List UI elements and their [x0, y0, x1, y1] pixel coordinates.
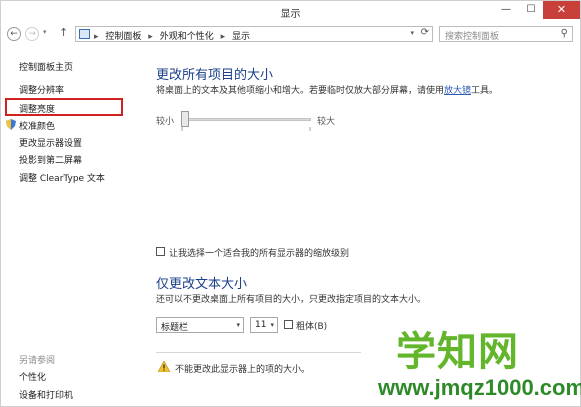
size-slider-thumb[interactable]	[181, 111, 189, 127]
breadcrumb-item-appearance[interactable]: 外观和个性化	[160, 32, 214, 42]
forward-button[interactable]: →	[25, 27, 39, 41]
up-button[interactable]: ↑	[59, 26, 68, 39]
navigation-bar: ← → ▾ ↑ ▸ 控制面板 ▸ 外观和个性化 ▸ 显示 ▾ ⟳ 搜索控制面板 …	[1, 23, 580, 45]
maximize-button[interactable]: ☐	[519, 1, 543, 19]
font-size-value: 11	[255, 320, 267, 330]
address-bar[interactable]: ▸ 控制面板 ▸ 外观和个性化 ▸ 显示 ▾ ⟳	[75, 26, 433, 42]
chevron-down-icon: ▾	[270, 321, 274, 329]
sidebar-item-brightness[interactable]: 调整亮度	[19, 102, 55, 115]
custom-scaling-label[interactable]: 让我选择一个适合我的所有显示器的缩放级别	[169, 246, 349, 259]
sidebar-item-resolution[interactable]: 调整分辨率	[19, 83, 64, 96]
breadcrumb-item-control-panel[interactable]: 控制面板	[105, 32, 141, 42]
title-bar: 显示 — ☐ ✕	[1, 1, 580, 23]
chevron-down-icon[interactable]: ▾	[410, 29, 414, 37]
bold-checkbox[interactable]	[284, 320, 293, 329]
see-also-heading: 另请参阅	[19, 356, 56, 366]
shield-icon	[6, 119, 16, 130]
size-slider-track[interactable]	[181, 118, 311, 121]
font-size-select[interactable]: 11 ▾	[250, 317, 278, 333]
breadcrumb-separator-icon: ▸	[94, 32, 99, 42]
search-icon[interactable]: ⚲	[561, 28, 568, 39]
sidebar-item-personalization[interactable]: 个性化	[19, 370, 46, 383]
slider-ticks	[181, 127, 311, 131]
bold-label[interactable]: 粗体(B)	[296, 319, 327, 332]
back-button[interactable]: ←	[7, 27, 21, 41]
watermark-logo: 学知网	[396, 329, 519, 375]
sidebar-home-link[interactable]: 控制面板主页	[19, 60, 73, 73]
slider-min-label: 较小	[156, 117, 175, 127]
custom-scaling-checkbox[interactable]	[156, 247, 165, 256]
sidebar-item-display-settings[interactable]: 更改显示器设置	[19, 136, 82, 149]
left-pane: 控制面板主页 调整分辨率 调整亮度 校准颜色 更改显示器设置 投影到第二屏幕 调…	[1, 45, 146, 407]
size-description: 将桌面上的文本及其他项缩小和增大。若要临时仅放大部分屏幕，请使用放大镜工具。	[156, 83, 498, 96]
text-element-value: 标题栏	[161, 323, 189, 333]
text-element-select[interactable]: 标题栏 ▾	[156, 317, 244, 333]
breadcrumb-separator-icon: ▸	[148, 32, 153, 42]
size-description-end: 工具。	[471, 86, 499, 96]
close-button[interactable]: ✕	[543, 1, 580, 19]
refresh-icon[interactable]: ⟳	[421, 27, 429, 38]
sidebar-item-second-screen[interactable]: 投影到第二屏幕	[19, 153, 82, 166]
breadcrumb: ▸ 控制面板 ▸ 外观和个性化 ▸ 显示	[94, 29, 254, 42]
search-input[interactable]: 搜索控制面板 ⚲	[439, 26, 573, 42]
recent-locations-dropdown[interactable]: ▾	[43, 28, 47, 36]
sidebar-item-calibrate-color[interactable]: 校准颜色	[19, 119, 55, 132]
size-section-title: 更改所有项目的大小	[156, 68, 274, 83]
magnifier-link[interactable]: 放大镜	[444, 86, 471, 96]
text-size-section-title: 仅更改文本大小	[156, 277, 248, 292]
breadcrumb-separator-icon: ▸	[220, 32, 226, 42]
watermark-url: www.jmqz1000.com	[378, 375, 581, 400]
warning-icon	[158, 361, 170, 372]
breadcrumb-item-display[interactable]: 显示	[232, 32, 250, 42]
chevron-down-icon: ▾	[236, 321, 240, 329]
divider	[156, 352, 361, 353]
sidebar-item-devices-printers[interactable]: 设备和打印机	[19, 388, 73, 401]
control-panel-icon	[79, 29, 90, 39]
warning-text: 不能更改此显示器上的项的大小。	[175, 365, 311, 375]
slider-max-label: 较大	[317, 117, 336, 127]
size-description-text: 将桌面上的文本及其他项缩小和增大。若要临时仅放大部分屏幕，请使用	[156, 86, 445, 96]
text-size-description: 还可以不更改桌面上所有项目的大小，只更改指定项目的文本大小。	[156, 295, 427, 305]
search-placeholder: 搜索控制面板	[445, 32, 500, 42]
display-window: 显示 — ☐ ✕ ← → ▾ ↑ ▸ 控制面板 ▸ 外观和个性化 ▸ 显示 ▾ …	[0, 0, 581, 407]
minimize-button[interactable]: —	[493, 1, 519, 19]
sidebar-item-cleartype[interactable]: 调整 ClearType 文本	[19, 171, 105, 184]
